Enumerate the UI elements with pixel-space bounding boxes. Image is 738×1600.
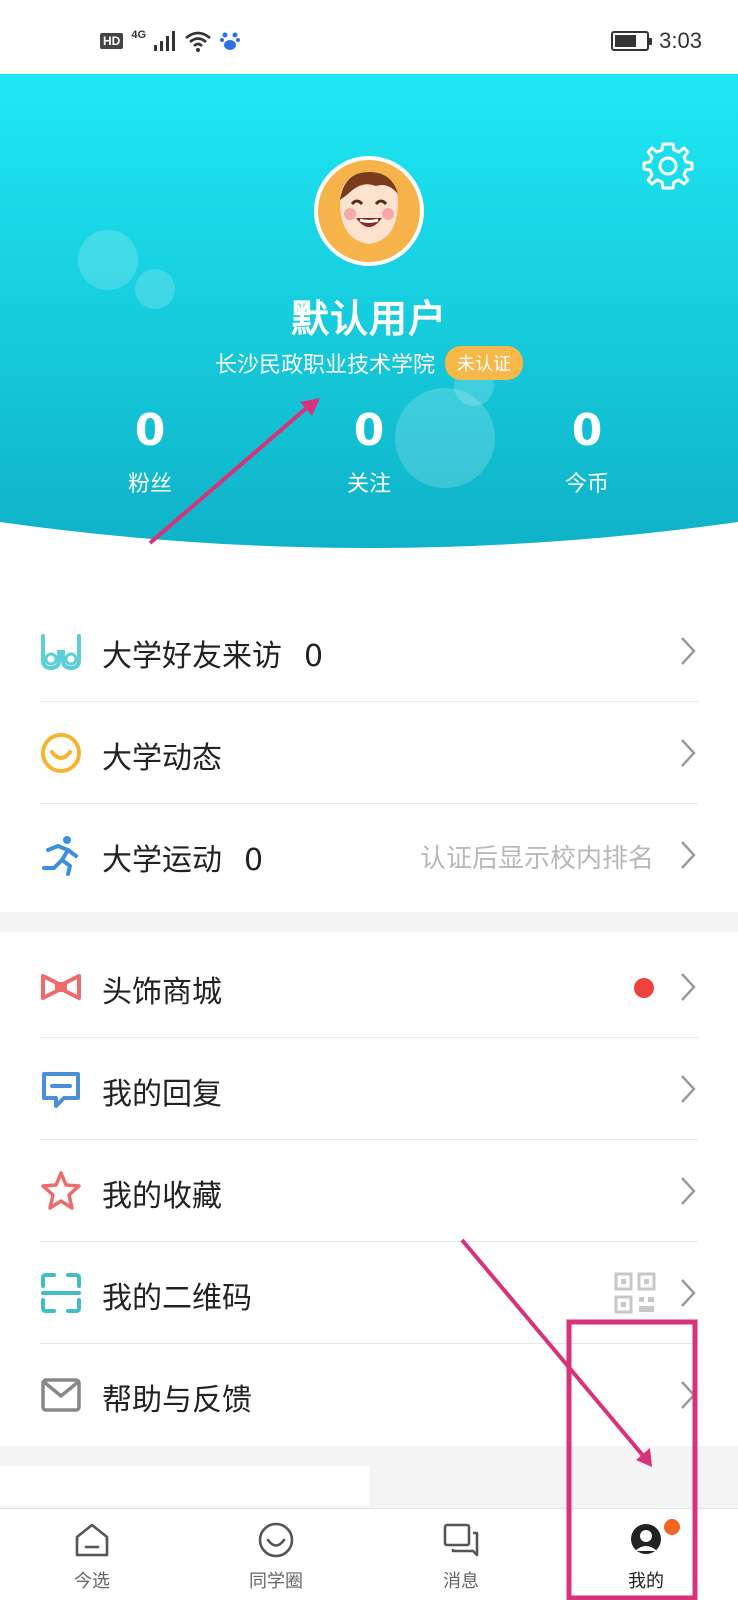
menu-item-friends-visit[interactable]: 大学好友来访 0: [0, 600, 738, 702]
menu-section-university: 大学好友来访 0 大学动态 大学运动 0 认证后显示校内排名: [0, 564, 738, 912]
friends-visit-count: 0: [304, 639, 324, 674]
tab-me-label: 我的: [628, 1571, 664, 1592]
tab-me-notification-dot: [664, 1519, 680, 1535]
glasses-icon: [41, 634, 81, 671]
stat-fans-label: 粉丝: [127, 472, 172, 497]
status-bar: HD 4G 3:03: [0, 0, 738, 74]
menu-item-my-favorites[interactable]: 我的收藏: [0, 1140, 738, 1242]
tab-classmates[interactable]: 同学圈: [216, 1509, 336, 1600]
stat-following[interactable]: 0 关注: [299, 406, 439, 498]
chevron-right-icon: [681, 1177, 696, 1205]
bow-icon: [41, 974, 81, 1000]
running-icon: [42, 836, 78, 876]
chevron-right-icon: [681, 973, 696, 1001]
menu-item-headwear-mall[interactable]: 头饰商城: [0, 936, 738, 1038]
network-type: 4G: [131, 29, 147, 41]
scan-icon: [41, 1273, 81, 1313]
wifi-icon: [185, 31, 211, 52]
stat-following-label: 关注: [346, 472, 391, 497]
stat-coins-value: 0: [571, 405, 603, 456]
menu-label-my-qrcode: 我的二维码: [102, 1281, 252, 1316]
bottom-tab-bar: 今选 同学圈 消息 我的: [0, 1508, 738, 1600]
school-row: 长沙民政职业技术学院 未认证: [0, 346, 738, 380]
tab-classmates-label: 同学圈: [249, 1571, 303, 1592]
menu-label-my-favorites: 我的收藏: [102, 1179, 222, 1214]
tab-home-label: 今选: [74, 1571, 110, 1592]
menu-label-help-feedback: 帮助与反馈: [102, 1383, 252, 1418]
avatar[interactable]: [314, 156, 424, 266]
profile-icon: [631, 1524, 661, 1554]
chevron-right-icon: [681, 1279, 696, 1307]
tab-messages[interactable]: 消息: [401, 1509, 521, 1600]
menu-label-my-replies: 我的回复: [102, 1077, 222, 1112]
settings-gear-icon[interactable]: [642, 140, 694, 192]
menu-label-dynamics: 大学动态: [102, 741, 222, 776]
profile-header: 默认用户 长沙民政职业技术学院 未认证 0 粉丝 0 关注 0 今币: [0, 74, 738, 564]
stat-fans[interactable]: 0 粉丝: [80, 406, 220, 498]
menu-item-dynamics[interactable]: 大学动态: [0, 702, 738, 804]
baidu-paw-icon: [220, 32, 241, 50]
sports-rank-hint: 认证后显示校内排名: [419, 844, 654, 874]
chevron-right-icon: [681, 841, 696, 869]
hd-badge: HD: [100, 33, 124, 49]
menu-item-my-qrcode[interactable]: 我的二维码: [0, 1242, 738, 1344]
verify-status-badge[interactable]: 未认证: [445, 346, 523, 380]
menu-item-my-replies[interactable]: 我的回复: [0, 1038, 738, 1140]
status-right: 3:03: [611, 28, 702, 54]
menu-item-help-feedback[interactable]: 帮助与反馈: [0, 1344, 738, 1446]
battery-icon: [611, 31, 653, 51]
chevron-right-icon: [681, 739, 696, 767]
mail-icon: [41, 1378, 81, 1412]
star-icon: [41, 1171, 81, 1210]
chevron-right-icon: [681, 1381, 696, 1409]
menu-section-personal: 头饰商城 我的回复 我的收藏 我的二维码 帮助与反馈: [0, 932, 738, 1446]
tab-home[interactable]: 今选: [32, 1509, 152, 1600]
stat-coins-label: 今币: [564, 472, 609, 497]
avatar-face-icon: [318, 160, 420, 262]
chevron-right-icon: [681, 1075, 696, 1103]
smile-icon: [41, 733, 81, 773]
reply-bubble-icon: [42, 1072, 80, 1108]
status-left: HD 4G: [100, 29, 241, 52]
status-time: 3:03: [659, 28, 702, 53]
chat-bubbles-icon: [443, 1523, 479, 1557]
profile-stats: 0 粉丝 0 关注 0 今币: [0, 406, 738, 506]
chevron-right-icon: [681, 637, 696, 665]
menu-item-sports[interactable]: 大学运动 0 认证后显示校内排名: [0, 804, 738, 906]
sports-count: 0: [244, 843, 264, 878]
home-icon: [75, 1523, 109, 1557]
stat-fans-value: 0: [134, 405, 166, 456]
menu-label-friends-visit: 大学好友来访 0: [102, 639, 324, 674]
partial-card-peek: [0, 1466, 370, 1506]
stat-following-value: 0: [353, 405, 385, 456]
menu-label-sports: 大学运动 0: [102, 843, 264, 878]
new-indicator-dot: [634, 978, 654, 998]
signal-icon: [154, 31, 176, 51]
tab-messages-label: 消息: [443, 1571, 479, 1592]
stat-coins[interactable]: 0 今币: [517, 406, 657, 498]
tab-me[interactable]: 我的: [586, 1509, 706, 1600]
qrcode-icon: [614, 1272, 656, 1314]
smile-circle-icon: [258, 1522, 294, 1558]
school-name: 长沙民政职业技术学院: [214, 353, 435, 378]
username: 默认用户: [290, 297, 447, 341]
menu-label-headwear-mall: 头饰商城: [102, 975, 222, 1010]
